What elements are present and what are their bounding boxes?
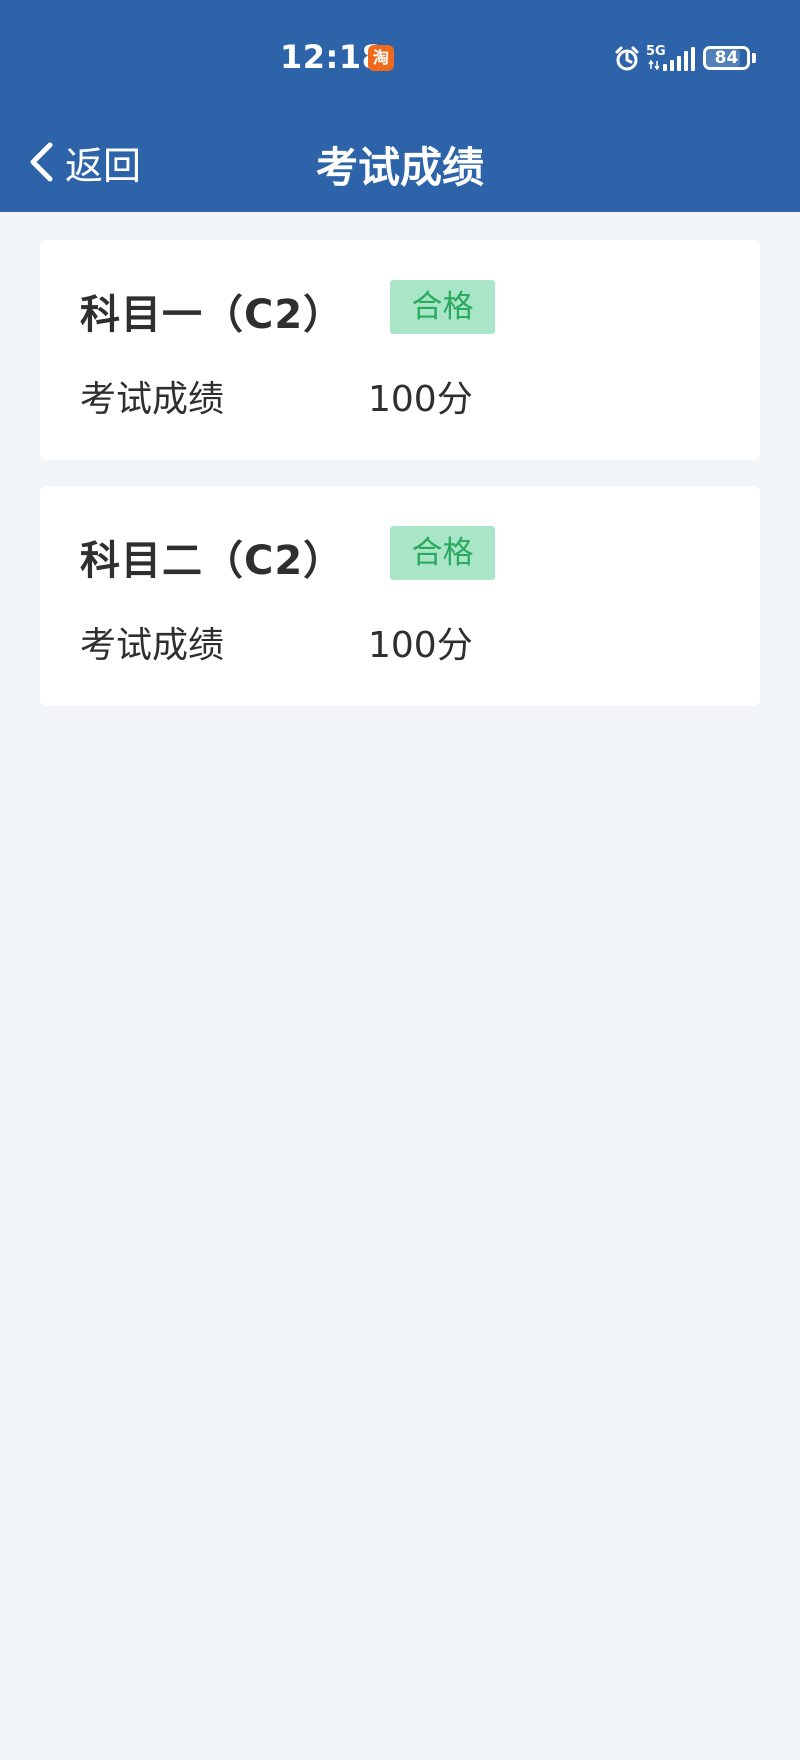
subject-title: 科目二（C2） (80, 538, 345, 584)
status-badge: 合格 (390, 526, 495, 580)
result-card-subject-one: 科目一（C2） 合格 考试成绩 100分 (40, 240, 760, 460)
alarm-icon (615, 46, 639, 71)
result-card-subject-two: 科目二（C2） 合格 考试成绩 100分 (40, 486, 760, 706)
score-label: 考试成绩 (80, 379, 225, 420)
navigation-bar: 返回 考试成绩 (0, 118, 800, 212)
battery-tip (752, 53, 756, 63)
results-content: 科目一（C2） 合格 考试成绩 100分 科目二（C2） 合格 考试成绩 100… (0, 212, 800, 1760)
score-label: 考试成绩 (80, 625, 225, 666)
subject-title: 科目一（C2） (80, 292, 345, 338)
battery-indicator: 84 (703, 46, 750, 70)
page-title: 考试成绩 (315, 143, 484, 192)
score-value: 100分 (368, 379, 473, 420)
top-header: 12:18 淘 5G 84 返回 考试成绩 (0, 0, 800, 212)
score-value: 100分 (368, 625, 473, 666)
taobao-icon: 淘 (368, 45, 394, 71)
signal-icon (663, 47, 695, 71)
data-arrows-icon (648, 60, 660, 70)
status-badge: 合格 (390, 280, 495, 334)
status-bar: 12:18 淘 5G 84 (0, 0, 800, 118)
battery-percent: 84 (714, 48, 739, 68)
